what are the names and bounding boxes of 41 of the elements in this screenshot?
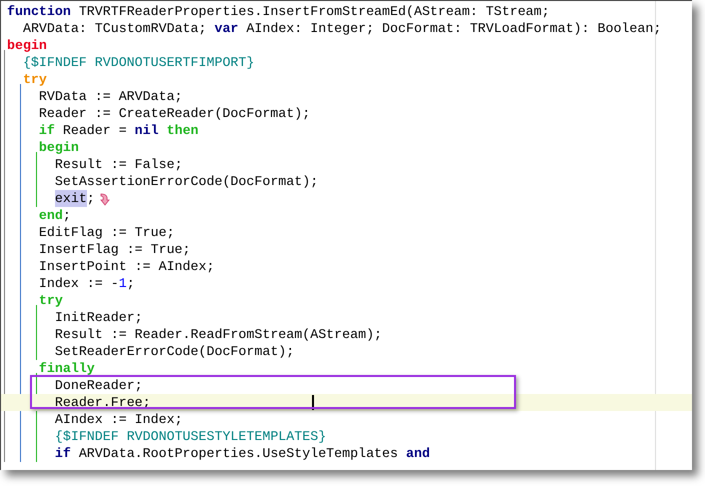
code-text: RVData := ARVData; bbox=[38, 88, 183, 105]
keyword: begin bbox=[7, 37, 47, 54]
code-text: SetReaderErrorCode(DocFormat); bbox=[54, 343, 294, 360]
code-text: AIndex := Index; bbox=[54, 411, 183, 428]
code-text: DoneReader; bbox=[54, 377, 143, 394]
keyword: if bbox=[38, 122, 55, 139]
code-editor[interactable] bbox=[0, 0, 692, 470]
keyword: end bbox=[38, 207, 63, 224]
keyword: function bbox=[7, 3, 71, 20]
keyword: try bbox=[38, 292, 63, 309]
keyword: nil bbox=[134, 122, 159, 139]
code-text: ; bbox=[62, 207, 71, 224]
code-text: Index := - bbox=[38, 275, 119, 292]
code-text: Reader = bbox=[62, 122, 128, 139]
code-text: ; bbox=[86, 190, 95, 207]
code-text: InsertFlag := True; bbox=[38, 241, 191, 258]
highlighted-word: exit bbox=[54, 190, 87, 207]
code-text: ARVData: TCustomRVData; bbox=[22, 20, 208, 37]
code-text: Reader := CreateReader(DocFormat); bbox=[38, 105, 310, 122]
code-text: TRVRTFReaderProperties.InsertFromStreamEd(AStream: TStream; bbox=[78, 3, 550, 20]
keyword: finally bbox=[38, 360, 95, 377]
keyword: try bbox=[22, 71, 47, 88]
code-text: InsertPoint := AIndex; bbox=[38, 258, 214, 275]
keyword: then bbox=[166, 122, 199, 139]
code-text: ARVData.RootProperties.UseStyleTemplates bbox=[78, 445, 400, 462]
code-text: AIndex: Integer; DocFormat: TRVLoadFormat): Boolean; bbox=[245, 20, 662, 37]
keyword: if bbox=[54, 445, 71, 462]
keyword: var bbox=[214, 20, 238, 37]
compiler-directive: {$IFNDEF RVDONOTUSERTFIMPORT} bbox=[22, 54, 254, 71]
code-text: Result := Reader.ReadFromStream(AStream); bbox=[54, 326, 382, 343]
code-text: InitReader; bbox=[54, 309, 143, 326]
code-text: EditFlag := True; bbox=[38, 224, 175, 241]
code-text: Result := False; bbox=[54, 156, 183, 173]
compiler-directive: {$IFNDEF RVDONOTUSESTYLETEMPLATES} bbox=[54, 428, 326, 445]
keyword: and bbox=[406, 445, 430, 462]
code-text: SetAssertionErrorCode(DocFormat); bbox=[54, 173, 318, 190]
number: 1 bbox=[118, 275, 127, 292]
code-text: ; bbox=[126, 275, 135, 292]
text-cursor bbox=[312, 395, 314, 410]
code-text: Reader.Free; bbox=[54, 394, 151, 411]
keyword: begin bbox=[38, 139, 79, 156]
